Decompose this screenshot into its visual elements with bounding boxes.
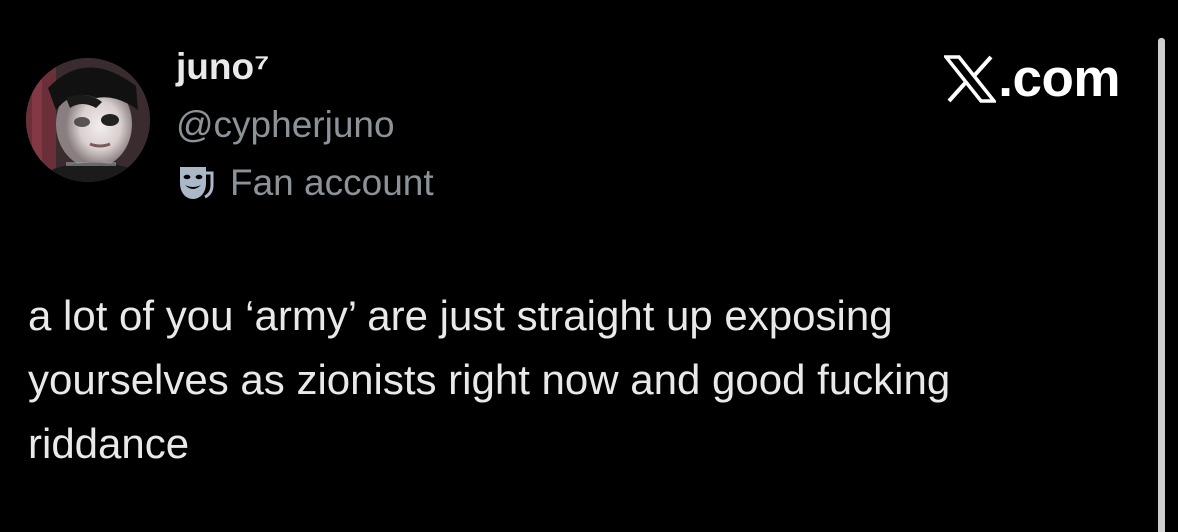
display-name[interactable]: juno⁷ [176, 46, 269, 89]
site-watermark: .com [944, 52, 1120, 105]
x-logo-icon [944, 54, 997, 103]
avatar[interactable] [26, 58, 150, 182]
theater-masks-icon [180, 167, 214, 199]
label-text: Fan account [230, 161, 434, 203]
profile-photo [26, 58, 150, 182]
user-handle[interactable]: @cypherjuno [176, 104, 395, 147]
tweet-text: a lot of you ‘army’ are just straight up… [28, 292, 951, 467]
scrollbar[interactable] [1158, 38, 1165, 532]
affiliation-label: Fan account [176, 160, 434, 206]
site-domain-text: .com [998, 49, 1120, 108]
